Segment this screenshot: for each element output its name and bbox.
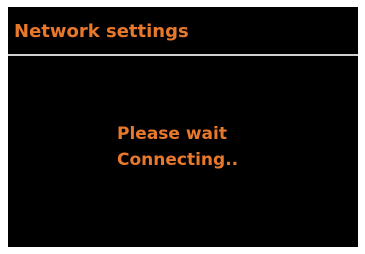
status-line-wait: Please wait — [117, 124, 227, 144]
title-divider — [8, 54, 358, 56]
status-line-connecting: Connecting.. — [117, 150, 239, 170]
radio-display-screen: Network settings Please wait Connecting.… — [8, 7, 358, 247]
status-message: Please wait Connecting.. — [117, 121, 238, 173]
screen-title: Network settings — [14, 21, 189, 42]
